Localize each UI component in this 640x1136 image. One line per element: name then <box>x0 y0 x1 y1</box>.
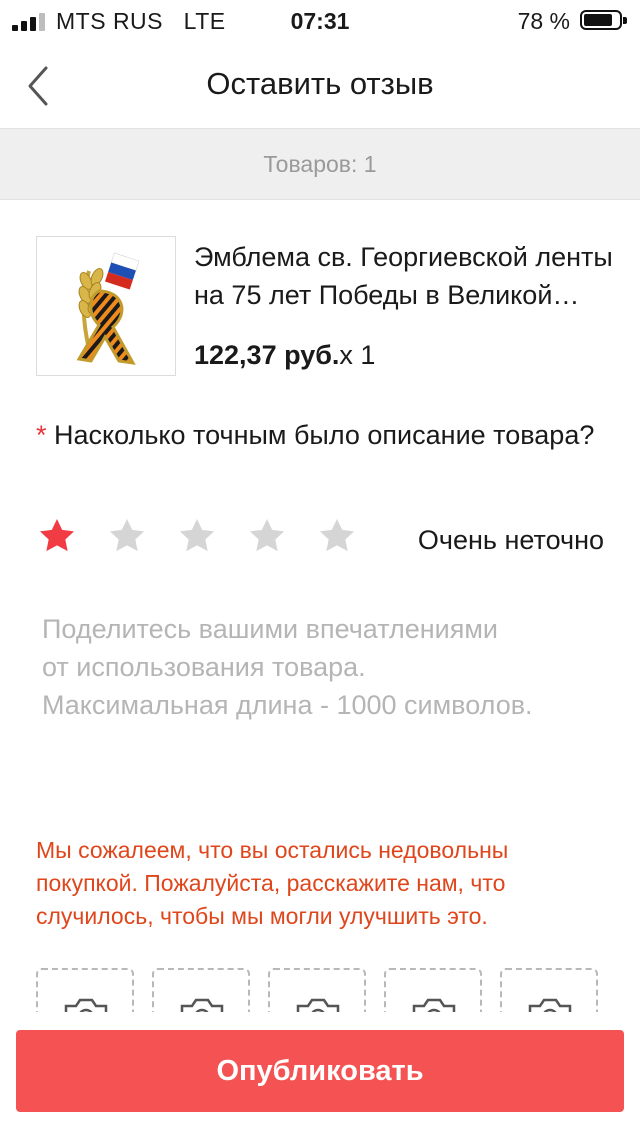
star-icon[interactable] <box>36 516 78 556</box>
rating-question: * Насколько точным было описание товара? <box>36 416 606 454</box>
product-quantity: x 1 <box>339 340 376 370</box>
st-george-ribbon-pin-image <box>76 252 140 365</box>
nav-bar: Оставить отзыв <box>0 40 640 128</box>
rating-question-text: Насколько точным было описание товара? <box>54 420 595 450</box>
review-text-input[interactable] <box>26 602 614 802</box>
product-price-line: 122,37 руб.x 1 <box>194 340 375 371</box>
status-bar: MTS RUS LTE 07:31 78 % <box>0 0 640 40</box>
feedback-hint: Мы сожалеем, что вы остались недовольны … <box>36 837 509 929</box>
product-name[interactable]: Эмблема св. Георгиевской ленты на 75 лет… <box>194 238 614 314</box>
items-count: Товаров: 1 <box>263 151 377 177</box>
battery-icon <box>580 10 628 32</box>
star-icon[interactable] <box>106 516 148 556</box>
product-price: 122,37 руб. <box>194 340 340 370</box>
page-title: Оставить отзыв <box>206 66 434 101</box>
star-icon[interactable] <box>246 516 288 556</box>
publish-button[interactable]: Опубликовать <box>16 1030 624 1112</box>
required-marker: * <box>36 420 47 450</box>
battery-percentage: 78 % <box>517 8 570 34</box>
items-count-bar: Товаров: 1 <box>0 128 640 200</box>
product-thumbnail[interactable] <box>36 236 176 376</box>
rating-label: Очень неточно <box>417 525 604 555</box>
star-icon[interactable] <box>316 516 358 556</box>
star-icon[interactable] <box>176 516 218 556</box>
